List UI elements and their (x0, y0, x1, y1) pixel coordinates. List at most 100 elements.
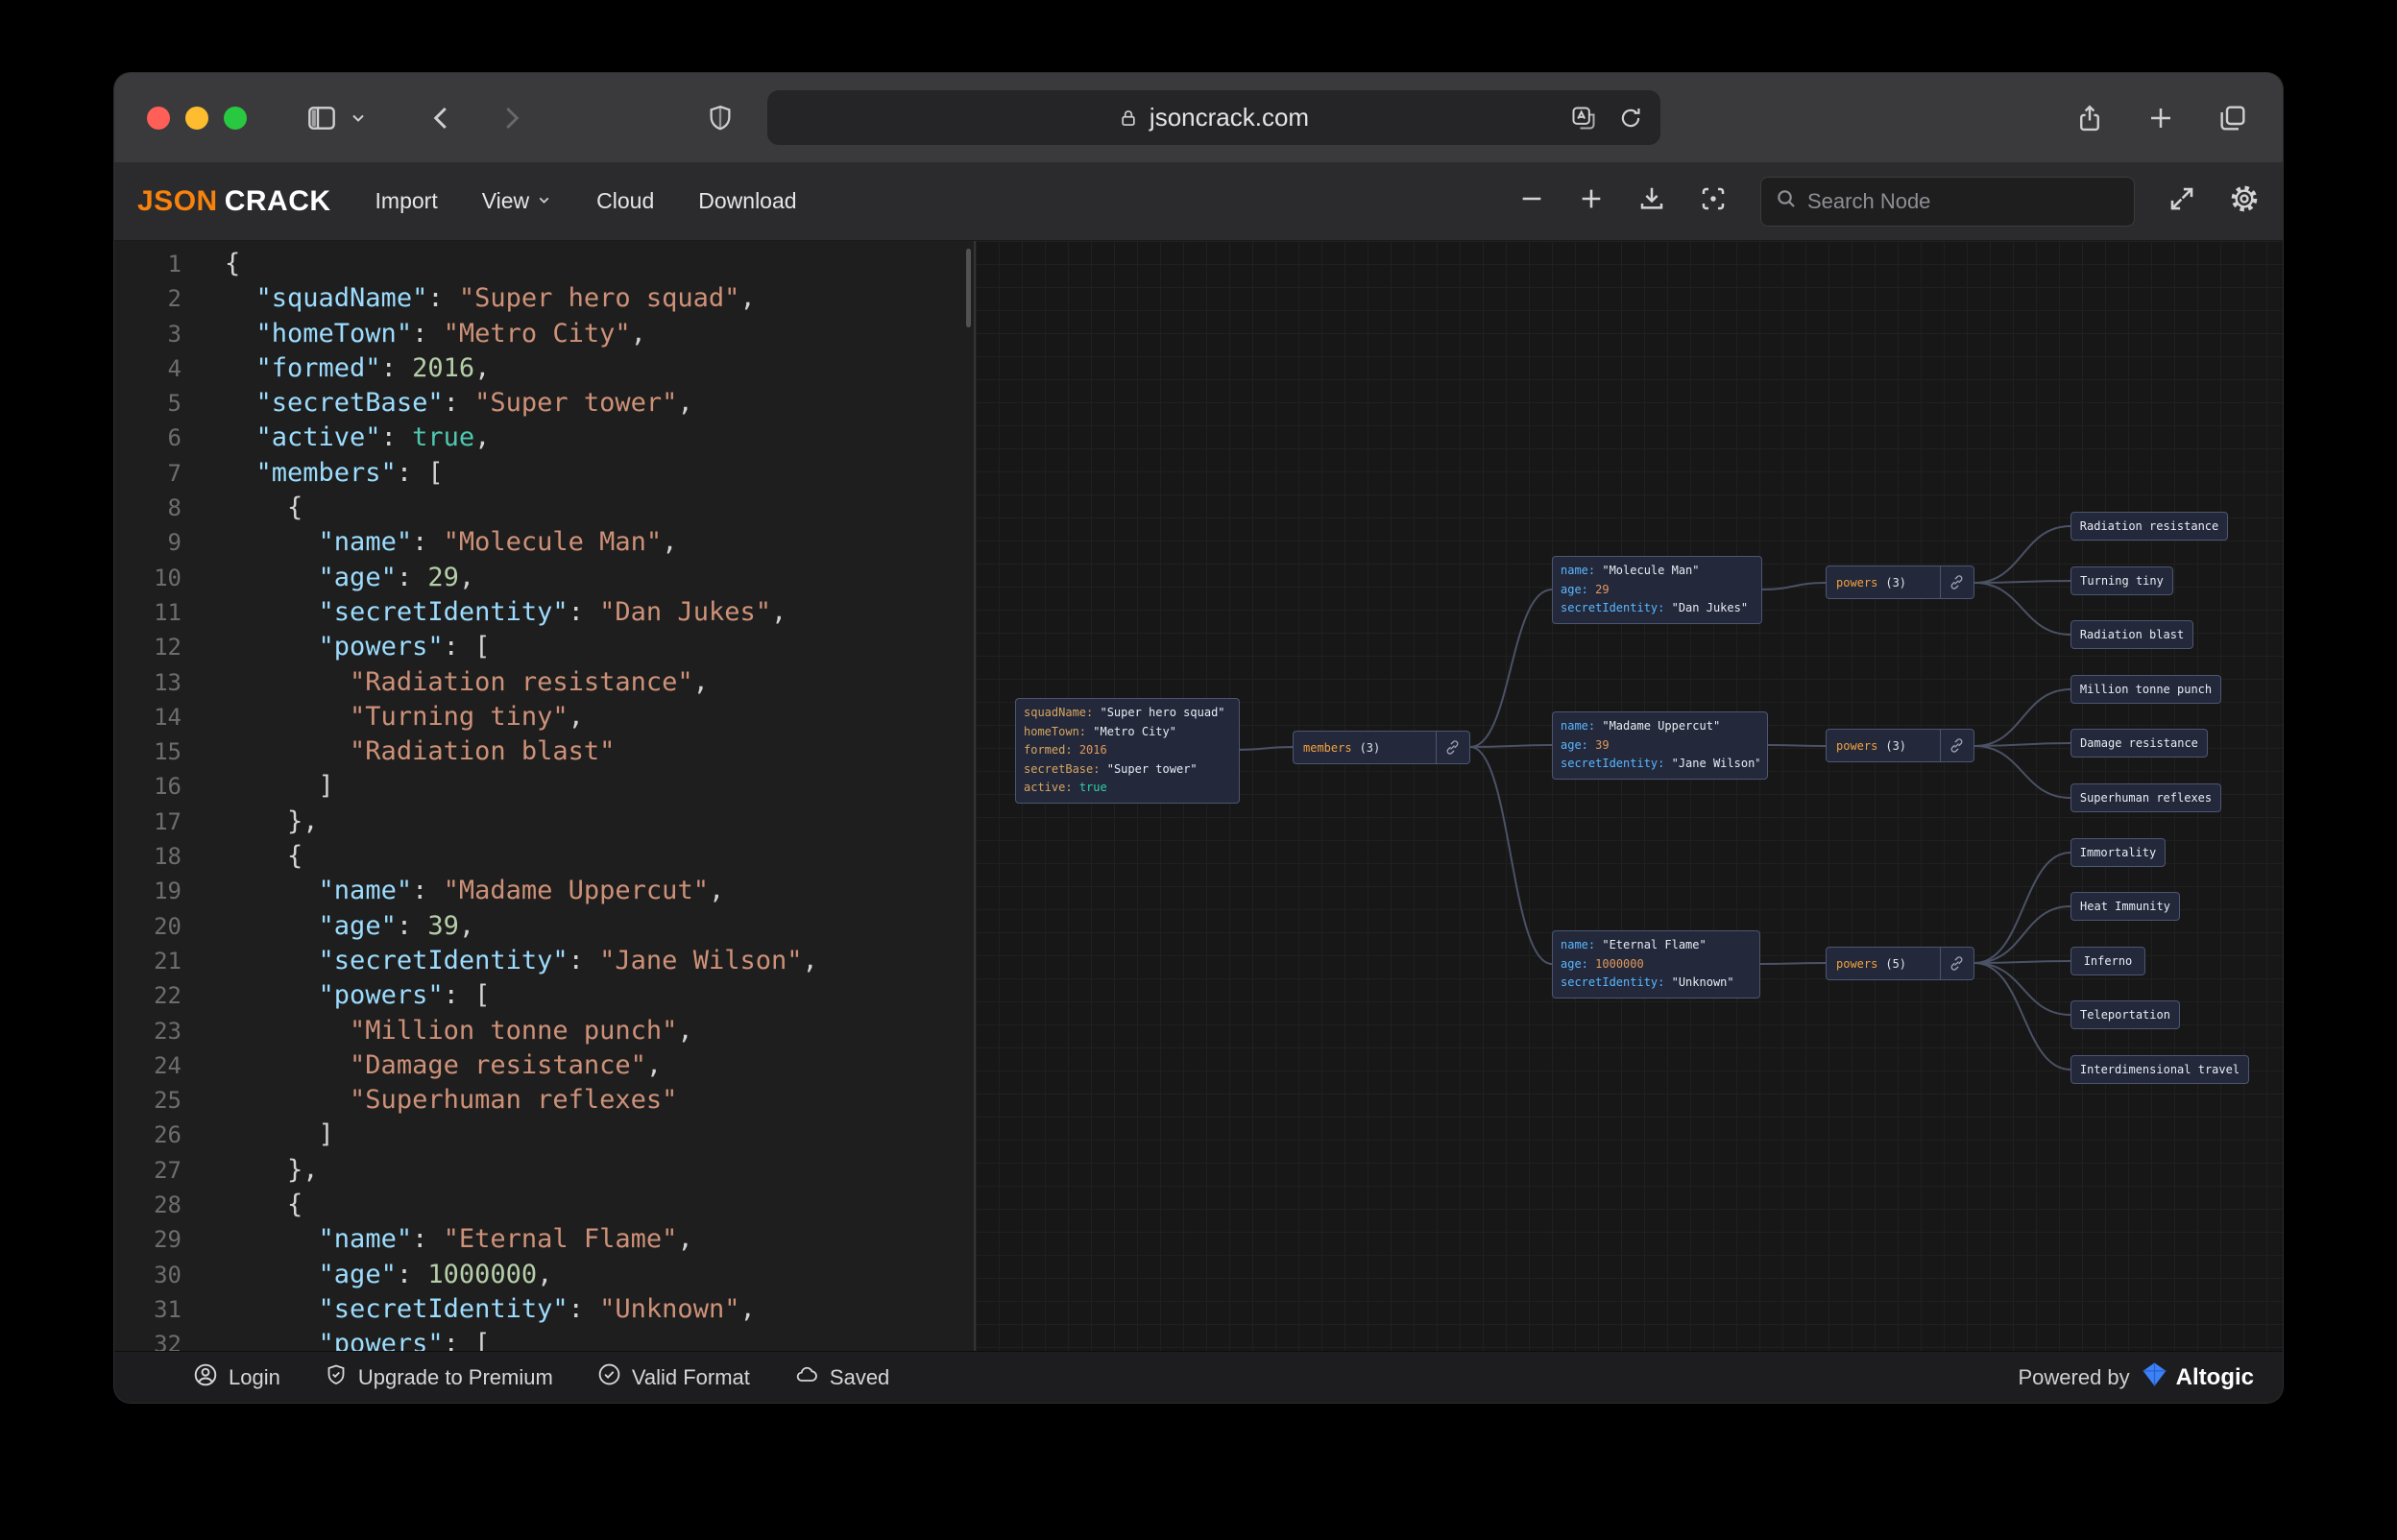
sidebar-icon[interactable] (304, 103, 339, 133)
download-image-icon[interactable] (1637, 184, 1666, 218)
token: "homeTown" (255, 318, 413, 349)
token: : [ (443, 1329, 491, 1351)
token: : (396, 562, 428, 592)
menu-download[interactable]: Download (698, 188, 796, 214)
new-tab-icon[interactable] (2146, 104, 2175, 132)
graph-canvas[interactable]: squadName: "Super hero squad" homeTown: … (976, 241, 2283, 1351)
graph-node-powers-3[interactable]: powers (5) (1826, 947, 1974, 980)
token: "formed" (255, 352, 381, 383)
graph-leaf-node[interactable]: Radiation resistance (2070, 512, 2228, 541)
graph-node-members[interactable]: members (3) (1293, 731, 1470, 764)
search-node-box[interactable] (1760, 176, 2135, 227)
token: , (708, 876, 725, 906)
zoom-button[interactable] (224, 106, 247, 130)
line-number: 16 (154, 773, 182, 801)
menu-import[interactable]: Import (375, 188, 438, 214)
token: "members" (255, 457, 397, 488)
token: "Superhuman reflexes" (350, 1085, 678, 1116)
graph-leaf-node[interactable]: Heat Immunity (2070, 892, 2180, 921)
browser-chrome: jsoncrack.com (114, 73, 2283, 162)
link-icon[interactable] (1940, 730, 1964, 761)
graph-node-powers-1[interactable]: powers (3) (1826, 565, 1974, 599)
share-icon[interactable] (2075, 103, 2104, 133)
login-button[interactable]: Login (193, 1362, 280, 1393)
graph-leaf-node[interactable]: Teleportation (2070, 1000, 2180, 1029)
token: }, (225, 806, 319, 836)
forward-icon[interactable] (496, 104, 525, 132)
gear-icon[interactable] (2229, 183, 2260, 219)
code-line: "squadName": "Super hero squad", (225, 281, 818, 316)
chevron-down-icon[interactable] (349, 108, 368, 128)
line-number: 11 (154, 598, 182, 626)
search-input[interactable] (1807, 188, 2120, 214)
app-logo[interactable]: JSON CRACK (137, 185, 331, 218)
line-number: 28 (154, 1191, 182, 1219)
graph-leaf-node[interactable]: Interdimensional travel (2070, 1055, 2249, 1084)
code-line: "members": [ (225, 456, 818, 491)
link-icon[interactable] (1940, 566, 1964, 598)
center-focus-icon[interactable] (1699, 184, 1728, 218)
graph-leaf-node[interactable]: Inferno (2070, 947, 2145, 975)
address-bar[interactable]: jsoncrack.com (767, 90, 1660, 145)
token: , (770, 596, 787, 627)
close-button[interactable] (147, 106, 170, 130)
privacy-shield-icon[interactable] (706, 103, 735, 133)
token: "secretIdentity" (318, 945, 569, 975)
json-editor[interactable]: 1 2 3 4 5 6 7 8 9 10 11 12 13 14 15 16 17 18 19 20 21 22 23 24 2… (114, 241, 974, 1351)
graph-node-member-3[interactable]: name: "Eternal Flame" age: 1000000 secre… (1552, 930, 1760, 999)
graph-node-member-2[interactable]: name: "Madame Uppercut" age: 39 secretId… (1552, 711, 1768, 780)
token: , (662, 527, 678, 558)
token: , (692, 666, 709, 697)
check-circle-icon (597, 1362, 621, 1392)
code-line: "Radiation resistance", (225, 665, 818, 700)
node-row: secretIdentity: "Unknown" (1561, 975, 1734, 989)
token: 39 (427, 910, 459, 941)
upgrade-premium-button[interactable]: Upgrade to Premium (325, 1362, 553, 1393)
altogic-link[interactable]: Altogic (2142, 1361, 2254, 1394)
token: "Million tonne punch" (350, 1015, 678, 1046)
code-line: "powers": [ (225, 630, 818, 664)
graph-leaf-node[interactable]: Immortality (2070, 838, 2166, 867)
token: "Radiation blast" (350, 736, 616, 767)
line-number: 14 (154, 703, 182, 731)
graph-node-root[interactable]: squadName: "Super hero squad" homeTown: … (1015, 698, 1240, 804)
zoom-in-icon[interactable] (1578, 185, 1605, 217)
token: "age" (318, 1259, 397, 1289)
graph-node-powers-2[interactable]: powers (3) (1826, 729, 1974, 762)
saved-status: Saved (794, 1363, 889, 1392)
token: "age" (318, 562, 397, 592)
minimize-button[interactable] (185, 106, 208, 130)
graph-leaf-node[interactable]: Superhuman reflexes (2070, 783, 2221, 812)
graph-leaf-node[interactable]: Million tonne punch (2070, 675, 2221, 704)
link-icon[interactable] (1436, 732, 1460, 763)
menu-view[interactable]: View (482, 188, 552, 214)
tabs-icon[interactable] (2217, 103, 2248, 133)
chevron-down-icon (536, 188, 552, 214)
menu-cloud[interactable]: Cloud (596, 188, 654, 214)
link-icon[interactable] (1940, 948, 1964, 979)
translate-icon[interactable] (1570, 105, 1597, 132)
code-line: { (225, 1188, 818, 1222)
graph-leaf-node[interactable]: Damage resistance (2070, 729, 2208, 758)
reload-icon[interactable] (1618, 106, 1643, 131)
graph-leaf-node[interactable]: Turning tiny (2070, 566, 2173, 595)
token: : (427, 283, 459, 314)
code-line: "secretIdentity": "Unknown", (225, 1292, 818, 1327)
graph-leaf-node[interactable]: Radiation blast (2070, 620, 2193, 649)
cloud-saved-icon (794, 1363, 819, 1392)
line-number: 2 (167, 285, 182, 313)
graph-node-member-1[interactable]: name: "Molecule Man" age: 29 secretIdent… (1552, 556, 1762, 624)
zoom-out-icon[interactable] (1518, 185, 1545, 217)
editor-scrollbar[interactable] (966, 249, 971, 327)
code-line: "formed": 2016, (225, 351, 818, 386)
code-line: { (225, 491, 818, 525)
fullscreen-icon[interactable] (2167, 184, 2196, 218)
app-toolbar: JSON CRACK Import View Cloud Download (114, 162, 2283, 241)
back-icon[interactable] (427, 104, 456, 132)
token: , (474, 352, 491, 383)
